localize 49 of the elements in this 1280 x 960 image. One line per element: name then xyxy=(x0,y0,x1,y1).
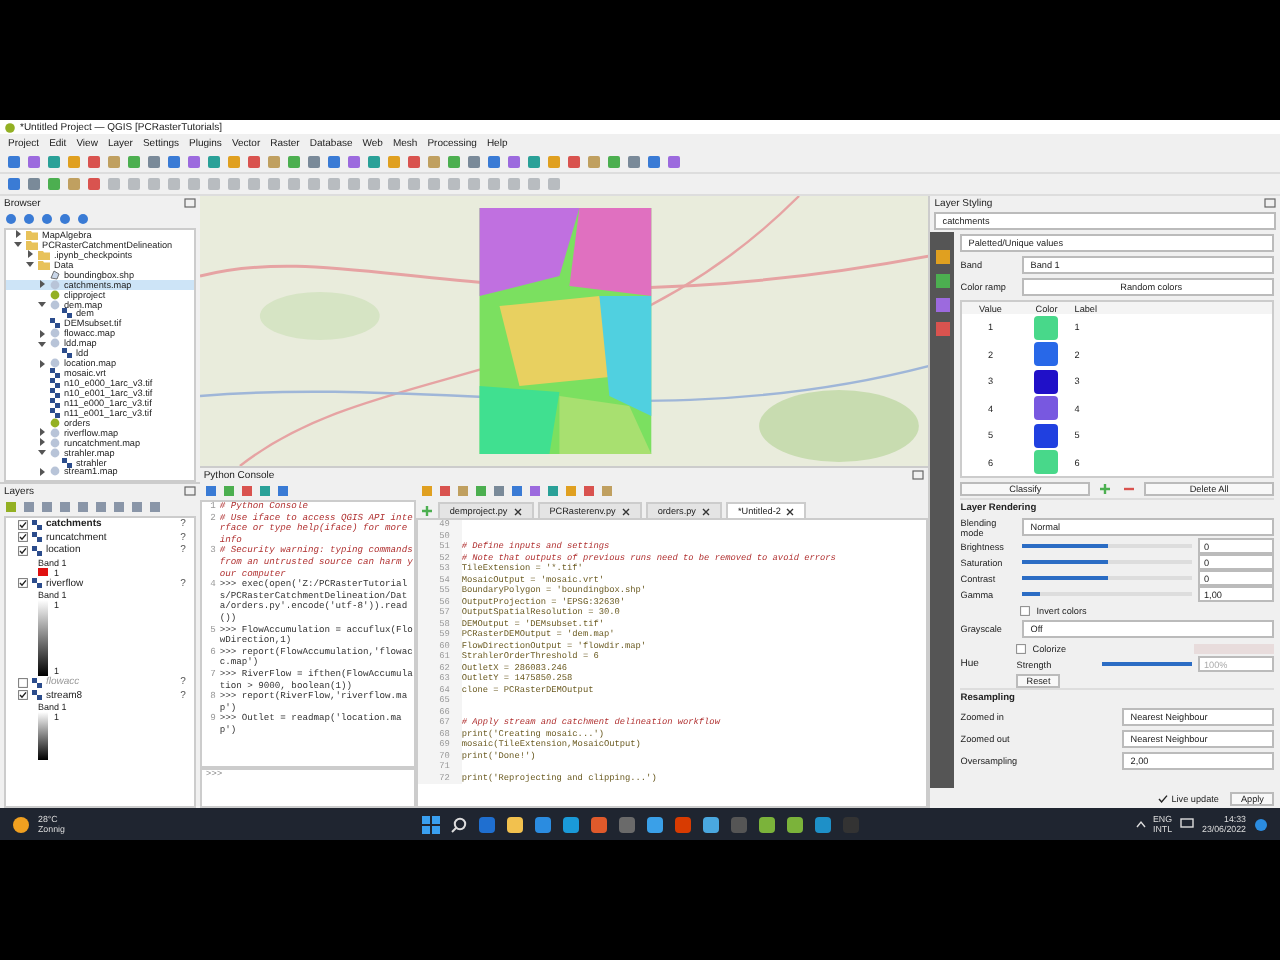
close-icon[interactable] xyxy=(701,507,710,515)
expand-arrow-icon[interactable] xyxy=(14,240,22,249)
expand-arrow-icon[interactable] xyxy=(38,329,46,338)
qgis-logo-icon xyxy=(4,121,16,133)
color-swatch[interactable] xyxy=(1034,315,1059,340)
notification-icon[interactable] xyxy=(1254,817,1268,831)
raster-icon xyxy=(32,578,42,589)
close-icon[interactable] xyxy=(513,507,522,515)
expand-arrow-icon[interactable] xyxy=(38,448,46,457)
color-swatch[interactable] xyxy=(1034,396,1059,421)
project-icon xyxy=(50,289,60,300)
expand-arrow-icon[interactable] xyxy=(38,438,46,447)
checkbox[interactable] xyxy=(1020,605,1031,615)
add-icon[interactable] xyxy=(1096,482,1115,496)
expand-arrow-icon[interactable] xyxy=(38,339,46,348)
sun-icon xyxy=(12,815,30,833)
expand-arrow-icon[interactable] xyxy=(38,467,46,476)
color-swatch[interactable] xyxy=(1034,423,1059,448)
layer-checkbox[interactable] xyxy=(18,677,28,688)
checkbox[interactable] xyxy=(1016,643,1027,653)
expand-arrow-icon[interactable] xyxy=(38,359,46,368)
expand-arrow-icon[interactable] xyxy=(38,300,46,309)
start-icon[interactable] xyxy=(421,815,439,833)
checkbox[interactable] xyxy=(1157,793,1168,803)
color-picker[interactable] xyxy=(1193,643,1274,653)
layer-checkbox[interactable] xyxy=(18,545,28,556)
chevron-icon[interactable] xyxy=(1135,820,1145,828)
close-icon[interactable] xyxy=(621,507,630,515)
expand-arrow-icon[interactable] xyxy=(26,250,34,259)
layer-checkbox[interactable] xyxy=(18,519,28,530)
layer-checkbox[interactable] xyxy=(18,690,28,701)
expand-arrow-icon[interactable] xyxy=(38,428,46,437)
layer-checkbox[interactable] xyxy=(18,578,28,589)
add-icon[interactable] xyxy=(419,504,434,518)
layer-checkbox[interactable] xyxy=(18,532,28,543)
search-icon[interactable] xyxy=(449,815,467,833)
legend-ramp xyxy=(38,600,48,676)
network-icon[interactable] xyxy=(1180,818,1195,830)
vector-icon xyxy=(50,269,60,280)
close-icon[interactable] xyxy=(786,507,795,515)
remove-icon[interactable] xyxy=(1120,482,1139,496)
legend-ramp xyxy=(38,712,48,760)
color-swatch[interactable] xyxy=(1034,450,1059,475)
expand-arrow-icon[interactable] xyxy=(14,230,22,239)
color-swatch[interactable] xyxy=(1034,369,1059,394)
project-icon xyxy=(50,417,60,428)
expand-arrow-icon[interactable] xyxy=(26,260,34,269)
color-swatch[interactable] xyxy=(1034,342,1059,367)
expand-arrow-icon[interactable] xyxy=(38,280,46,289)
